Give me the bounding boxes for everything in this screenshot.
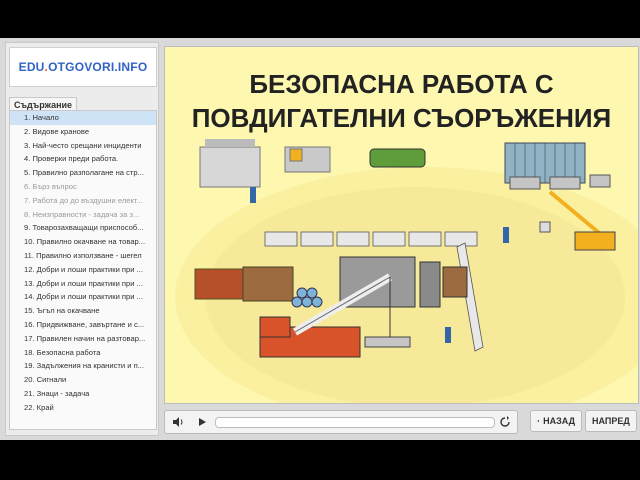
back-button[interactable]: НАЗАД (530, 410, 582, 432)
toc-item[interactable]: 6. Бърз въпрос (10, 180, 156, 194)
slide-stage: БЕЗОПАСНА РАБОТА С ПОВДИГАТЕЛНИ СЪОРЪЖЕН… (164, 46, 639, 404)
play-icon[interactable] (192, 413, 212, 431)
toc-item[interactable]: 20. Сигнали (10, 373, 156, 387)
sidebar: EDU.OTGOVORI.INFO Съдържание 1. Начало 2.… (5, 42, 159, 436)
toc-item[interactable]: 17. Правилен начин на разтовар... (10, 332, 156, 346)
toc-item[interactable]: 1. Начало (10, 111, 156, 125)
toc-item[interactable]: 14. Добри и лоши практики при ... (10, 290, 156, 304)
toc-item[interactable]: 5. Правилно разполагане на стр... (10, 166, 156, 180)
toc-item[interactable]: 3. Най-често срещани инциденти (10, 139, 156, 153)
site-logo[interactable]: EDU.OTGOVORI.INFO (9, 47, 157, 87)
chevron-left-icon (537, 419, 539, 423)
toc-item[interactable]: 22. Край (10, 401, 156, 415)
toc-item[interactable]: 9. Товарозахващащи приспособ... (10, 221, 156, 235)
next-button[interactable]: НАПРЕД (585, 410, 637, 432)
toc-item[interactable]: 21. Знаци - задача (10, 387, 156, 401)
toc-item[interactable]: 2. Видове кранове (10, 125, 156, 139)
toc-item[interactable]: 7. Работа до до въздушни елект... (10, 194, 156, 208)
toc-item[interactable]: 18. Безопасна работа (10, 346, 156, 360)
toc-item[interactable]: 13. Добри и лоши практики при ... (10, 277, 156, 291)
toc-item[interactable]: 15. Ъгъл на окачване (10, 304, 156, 318)
replay-icon[interactable] (495, 413, 515, 431)
progress-bar[interactable] (215, 417, 495, 428)
speaker-icon[interactable] (168, 413, 188, 431)
toc-item[interactable]: 10. Правилно окачване на товар... (10, 235, 156, 249)
playback-bar (164, 410, 518, 434)
toc-item[interactable]: 16. Придвижване, завъртане и с... (10, 318, 156, 332)
toc-item[interactable]: 11. Правилно използване - шегел (10, 249, 156, 263)
slide-title: БЕЗОПАСНА РАБОТА С ПОВДИГАТЕЛНИ СЪОРЪЖЕН… (191, 69, 612, 133)
toc-item[interactable]: 8. Неизправности - задача за з... (10, 208, 156, 222)
table-of-contents: 1. Начало 2. Видове кранове 3. Най-често с… (9, 110, 157, 430)
toc-item[interactable]: 19. Задължения на кранисти и п... (10, 359, 156, 373)
toc-item[interactable]: 4. Проверки преди работа. (10, 152, 156, 166)
player-window: EDU.OTGOVORI.INFO Съдържание 1. Начало 2.… (0, 38, 640, 440)
toc-item[interactable]: 12. Добри и лоши практики при ... (10, 263, 156, 277)
